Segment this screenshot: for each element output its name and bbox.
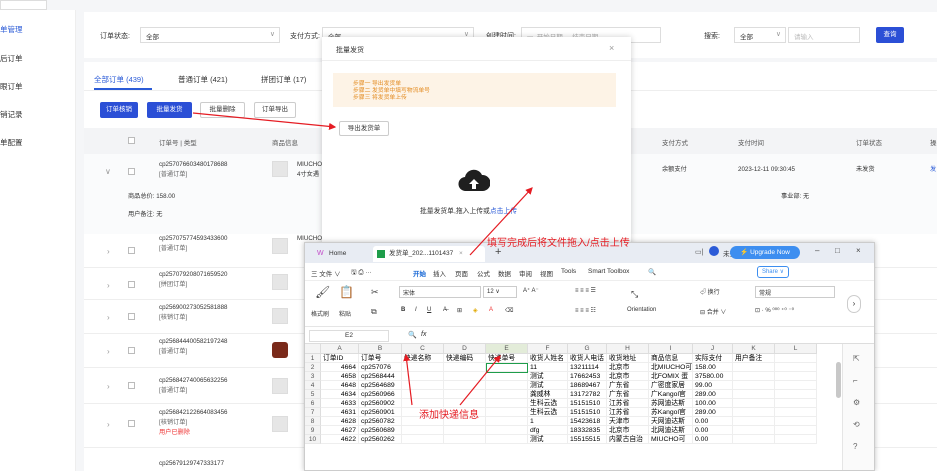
annotation-fill-upload: 填写完成后将文件拖入/点击上传 <box>487 238 630 249</box>
annotation-add-express: 添加快递信息 <box>419 410 479 421</box>
arrow-to-express-column <box>403 353 413 406</box>
arrow-to-export <box>192 112 337 130</box>
arrow-to-tracking-column <box>459 355 501 406</box>
annotation-arrows <box>192 112 533 406</box>
